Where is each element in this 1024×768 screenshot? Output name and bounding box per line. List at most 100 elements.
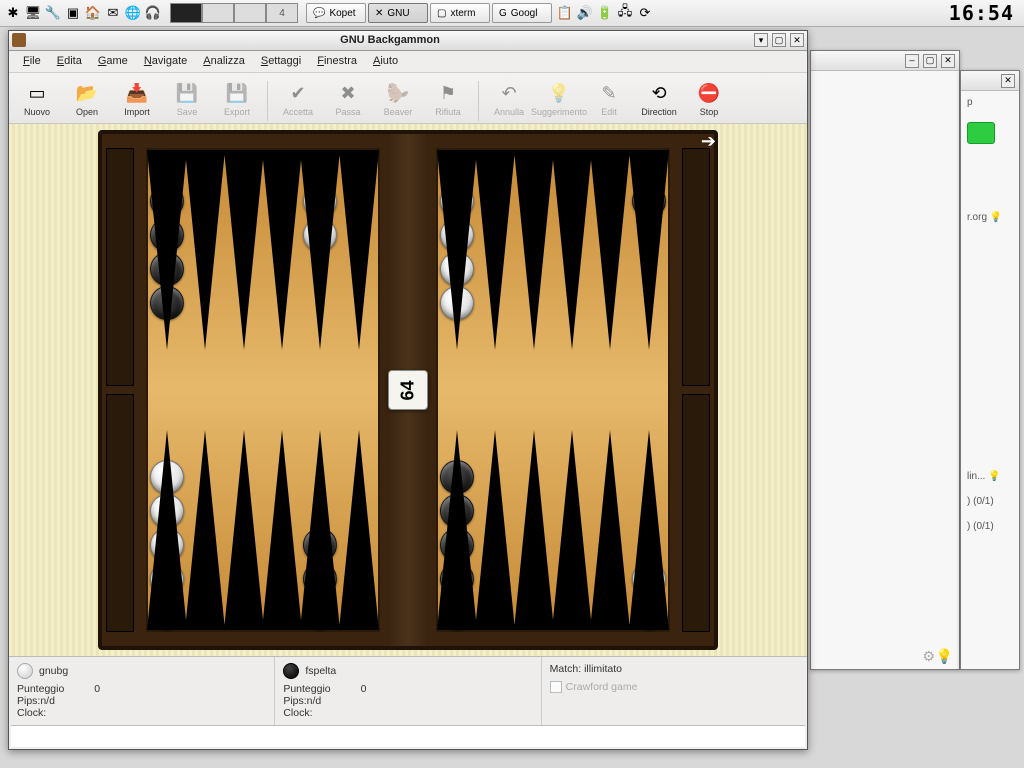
klipper-icon[interactable]: 📋 [556, 4, 574, 22]
tool-icon[interactable]: 🔧 [44, 4, 62, 22]
open-button[interactable]: 📂Open [63, 77, 111, 121]
pager-desktop-2[interactable] [202, 3, 234, 23]
beaver-icon: 🦫 [386, 81, 410, 105]
board-half-left[interactable] [146, 148, 380, 632]
taskbar-tasks: 💬Kopet✕GNU▢xtermGGoogl [306, 3, 552, 23]
maximize-icon[interactable]: ▢ [923, 54, 937, 68]
window-titlebar[interactable]: GNU Backgammon ▾ ▢ ✕ [9, 31, 807, 51]
board-bar[interactable]: 64 [388, 134, 428, 646]
backgammon-board[interactable]: ➔ 64 [98, 130, 718, 650]
gnubg-window: GNU Backgammon ▾ ▢ ✕ FileEditaGameNaviga… [8, 30, 808, 750]
menu-finestra[interactable]: Finestra [309, 52, 365, 70]
export-button: 💾Export [213, 77, 261, 121]
edit-icon: ✎ [597, 81, 621, 105]
bearoff-tray-left [102, 134, 138, 646]
import-button[interactable]: 📥Import [113, 77, 161, 121]
task-kopet[interactable]: 💬Kopet [306, 3, 366, 23]
desktop-icon[interactable]: 🖥 [24, 4, 42, 22]
home-icon[interactable]: 🏠 [84, 4, 102, 22]
accetta-button: ✔Accetta [274, 77, 322, 121]
match-status: Match: illimitato Crawford game [542, 657, 807, 725]
mail-icon[interactable]: ✉ [104, 4, 122, 22]
pager-desktop-3[interactable] [234, 3, 266, 23]
beaver-button: 🦫Beaver [374, 77, 422, 121]
audio-icon[interactable]: 🎧 [144, 4, 162, 22]
updates-icon[interactable]: ⟳ [636, 4, 654, 22]
close-icon[interactable]: ✕ [941, 54, 955, 68]
background-window-2: ✕ p r.org 💡 lin... 💡 ) (0/1) ) (0/1) [960, 70, 1020, 670]
passa-icon: ✖ [336, 81, 360, 105]
accetta-icon: ✔ [286, 81, 310, 105]
edit-button: ✎Edit [585, 77, 633, 121]
player1-chip-icon [17, 663, 33, 679]
menu-edita[interactable]: Edita [49, 52, 90, 70]
nuovo-icon: ▭ [25, 81, 49, 105]
direction-arrow-icon: ➔ [701, 131, 716, 152]
folder-icon[interactable] [967, 122, 995, 144]
passa-button: ✖Passa [324, 77, 372, 121]
board-half-right[interactable] [436, 148, 670, 632]
command-input[interactable] [11, 725, 805, 747]
task-gnu[interactable]: ✕GNU [368, 3, 428, 23]
save-button: 💾Save [163, 77, 211, 121]
system-tray: ✱ 🖥 🔧 ▣ 🏠 ✉ 🌐 🎧 [4, 4, 162, 22]
player2-chip-icon [283, 663, 299, 679]
toolbar: ▭Nuovo📂Open📥Import💾Save💾Export ✔Accetta✖P… [9, 73, 807, 125]
browser-icon[interactable]: 🌐 [124, 4, 142, 22]
close-icon[interactable]: ✕ [790, 33, 804, 47]
menu-aiuto[interactable]: Aiuto [365, 52, 406, 70]
match-label: Match: illimitato [550, 663, 799, 675]
import-icon: 📥 [125, 81, 149, 105]
player2-name: fspelta [305, 665, 336, 677]
network-icon[interactable]: 🖧 [616, 4, 634, 22]
menu-navigate[interactable]: Navigate [136, 52, 195, 70]
nuovo-button[interactable]: ▭Nuovo [13, 77, 61, 121]
minimize-icon[interactable]: ▾ [754, 33, 768, 47]
list-item: (0/1) [973, 521, 994, 532]
save-icon: 💾 [175, 81, 199, 105]
idea-icon[interactable]: 💡 [936, 648, 953, 665]
stop-icon: ⛔ [697, 81, 721, 105]
battery-icon[interactable]: 🔋 [596, 4, 614, 22]
app-icon [12, 33, 26, 47]
bearoff-tray-right [678, 134, 714, 646]
system-taskbar: ✱ 🖥 🔧 ▣ 🏠 ✉ 🌐 🎧 4 💬Kopet✕GNU▢xtermGGoogl… [0, 0, 1024, 27]
menu-settaggi[interactable]: Settaggi [253, 52, 309, 70]
task-googl[interactable]: GGoogl [492, 3, 552, 23]
pager-desktop-4[interactable]: 4 [266, 3, 298, 23]
board-area: ➔ 64 [9, 124, 807, 656]
suggerimento-icon: 💡 [547, 81, 571, 105]
player1-status: gnubg Punteggio0 Pips:n/d Clock: [9, 657, 275, 725]
clock[interactable]: 16:54 [943, 1, 1020, 25]
pager-desktop-1[interactable] [170, 3, 202, 23]
list-item: (0/1) [973, 496, 994, 507]
list-item: lin... [967, 471, 985, 482]
close-icon[interactable]: ✕ [1001, 74, 1015, 88]
menubar: FileEditaGameNavigateAnalizzaSettaggiFin… [9, 51, 807, 73]
menu-analizza[interactable]: Analizza [195, 52, 253, 70]
open-icon: 📂 [75, 81, 99, 105]
doubling-cube[interactable]: 64 [388, 370, 428, 410]
direction-icon: ⟲ [647, 81, 671, 105]
gear-icon[interactable]: ⚙ [922, 648, 935, 665]
suggerimento-button: 💡Suggerimento [535, 77, 583, 121]
bgwin2-body: p r.org 💡 lin... 💡 ) (0/1) ) (0/1) [961, 91, 1019, 538]
list-item: r.org [967, 212, 987, 223]
annulla-button: ↶Annulla [485, 77, 533, 121]
list-item: p [967, 97, 1013, 108]
desktop-pager[interactable]: 4 [170, 3, 298, 23]
status-panel: gnubg Punteggio0 Pips:n/d Clock: fspelta… [9, 656, 807, 725]
window-title: GNU Backgammon [30, 34, 750, 46]
maximize-icon[interactable]: ▢ [772, 33, 786, 47]
window-list-icon[interactable]: ▣ [64, 4, 82, 22]
kmix-icon[interactable]: 🔊 [576, 4, 594, 22]
minimize-icon[interactable]: – [905, 54, 919, 68]
task-xterm[interactable]: ▢xterm [430, 3, 490, 23]
menu-file[interactable]: File [15, 52, 49, 70]
export-icon: 💾 [225, 81, 249, 105]
menu-game[interactable]: Game [90, 52, 136, 70]
kmenu-icon[interactable]: ✱ [4, 4, 22, 22]
crawford-checkbox [550, 681, 562, 693]
direction-button[interactable]: ⟲Direction [635, 77, 683, 121]
stop-button[interactable]: ⛔Stop [685, 77, 733, 121]
